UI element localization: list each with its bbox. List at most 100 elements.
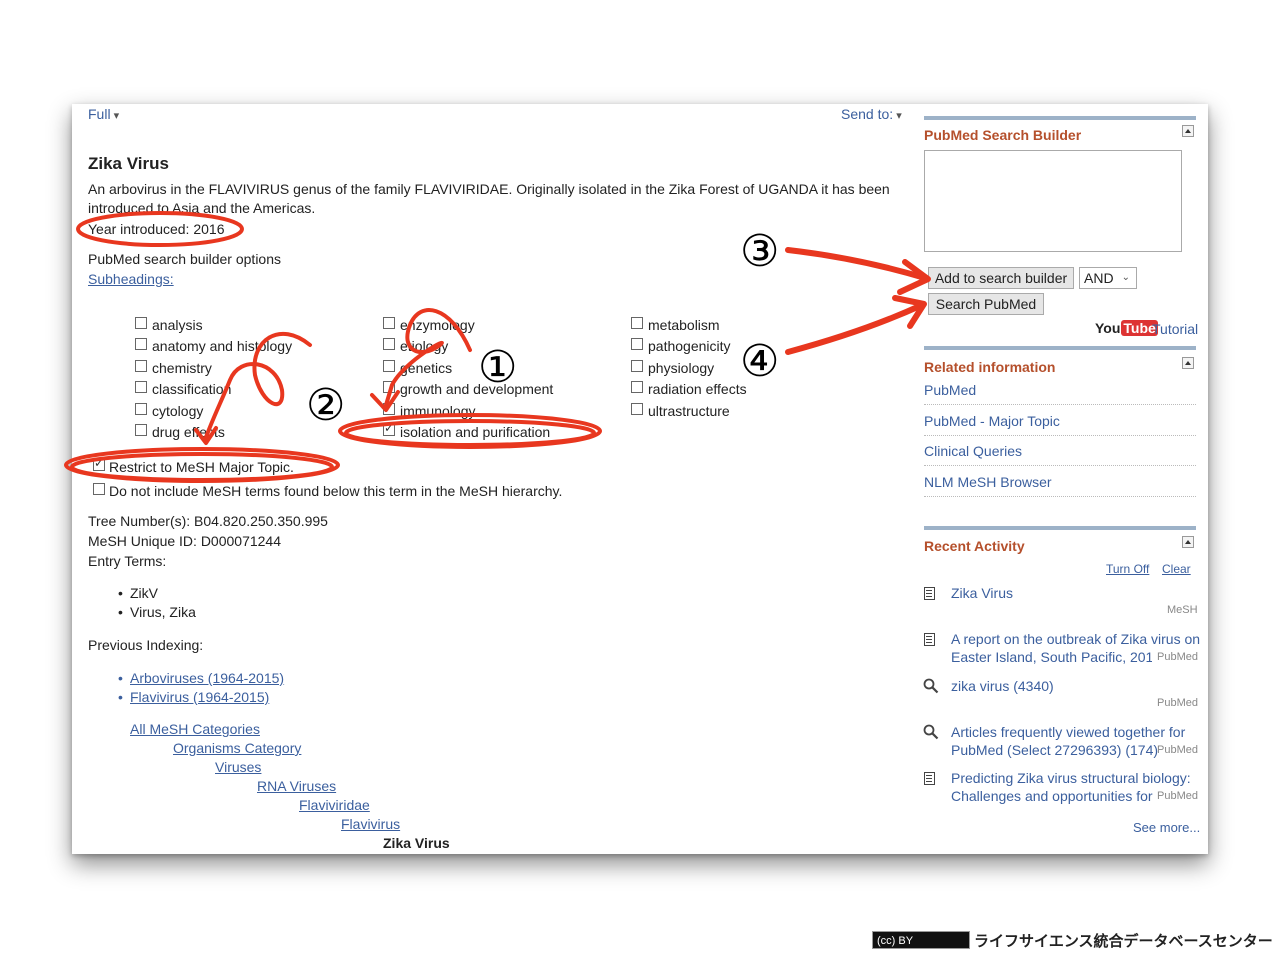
tree-node-link[interactable]: Viruses — [215, 759, 261, 775]
tutorial-link[interactable]: Tutorial — [1152, 321, 1198, 337]
recent-item-source: PubMed — [1157, 744, 1198, 756]
previous-indexing-link[interactable]: Flavivirus (1964-2015) — [118, 689, 269, 705]
checkbox-isolation-and-purification[interactable] — [383, 421, 395, 436]
no-explode-checkbox[interactable] — [93, 483, 105, 495]
restrict-major-topic-checkbox[interactable] — [93, 456, 105, 471]
subheading-label: metabolism — [648, 317, 720, 333]
operator-select[interactable]: AND ⌄ — [1079, 267, 1137, 289]
document-icon — [924, 633, 935, 646]
subheading-label: cytology — [152, 403, 204, 419]
checkbox-genetics[interactable] — [383, 360, 395, 372]
tree-node-link[interactable]: All MeSH Categories — [130, 721, 260, 737]
tree-node-link[interactable]: RNA Viruses — [257, 778, 336, 794]
checkbox-chemistry[interactable] — [135, 360, 147, 372]
format-dropdown[interactable]: Full — [88, 106, 119, 122]
related-link-pubmed[interactable]: PubMed — [924, 382, 976, 398]
restrict-major-topic-label: Restrict to MeSH Major Topic. — [109, 459, 294, 475]
turn-off-link[interactable]: Turn Off — [1106, 562, 1149, 576]
no-explode-label: Do not include MeSH terms found below th… — [109, 483, 563, 499]
checkbox-etiology[interactable] — [383, 338, 395, 350]
add-to-search-builder-button[interactable]: Add to search builder — [928, 267, 1074, 289]
subheading-label: enzymology — [400, 317, 475, 333]
related-link-clinical-queries[interactable]: Clinical Queries — [924, 443, 1022, 459]
checkbox-anatomy-and-histology[interactable] — [135, 338, 147, 350]
chevron-down-icon: ⌄ — [1121, 272, 1130, 283]
builder-top-rule — [924, 116, 1196, 120]
unique-id: MeSH Unique ID: D000071244 — [88, 533, 282, 549]
collapse-icon[interactable] — [1182, 357, 1194, 369]
youtube-logo[interactable]: You Tube — [1095, 320, 1158, 336]
send-to-dropdown[interactable]: Send to: — [841, 106, 902, 122]
checkbox-cytology[interactable] — [135, 403, 147, 415]
subheading-label: drug effects — [152, 424, 225, 440]
checkbox-metabolism[interactable] — [631, 317, 643, 329]
recent-item-title-line2[interactable]: PubMed (Select 27296393) (174) — [951, 742, 1158, 758]
recent-item-title[interactable]: zika virus (4340) — [951, 678, 1054, 694]
operator-value: AND — [1084, 270, 1114, 286]
record-title: Zika Virus — [88, 154, 169, 173]
tree-current-node: Zika Virus — [383, 835, 450, 851]
search-icon — [923, 724, 939, 740]
divider — [924, 465, 1196, 466]
subheadings-link[interactable]: Subheadings: — [88, 271, 174, 287]
tree-number: Tree Number(s): B04.820.250.350.995 — [88, 513, 328, 529]
subheading-label: physiology — [648, 360, 715, 376]
document-icon — [924, 772, 935, 785]
recent-item-title[interactable]: A report on the outbreak of Zika virus o… — [951, 631, 1200, 647]
related-top-rule — [924, 346, 1196, 350]
related-info-title: Related information — [924, 359, 1056, 375]
checkbox-physiology[interactable] — [631, 360, 643, 372]
format-label: Full — [88, 106, 111, 122]
annotation-marker-4: ④ — [740, 336, 780, 387]
checkbox-drug-effects[interactable] — [135, 424, 147, 436]
subheading-label: analysis — [152, 317, 203, 333]
checkbox-enzymology[interactable] — [383, 317, 395, 329]
clear-link[interactable]: Clear — [1162, 562, 1191, 576]
search-pubmed-button[interactable]: Search PubMed — [928, 293, 1044, 315]
checkbox-radiation-effects[interactable] — [631, 381, 643, 393]
recent-item-title-line2[interactable]: Easter Island, South Pacific, 2014 — [951, 649, 1152, 665]
collapse-icon[interactable] — [1182, 125, 1194, 137]
tree-node-link[interactable]: Organisms Category — [173, 740, 301, 756]
subheading-label: pathogenicity — [648, 338, 731, 354]
subheading-label: etiology — [400, 338, 449, 354]
checkbox-immunology[interactable] — [383, 403, 395, 415]
annotation-marker-2: ② — [306, 380, 346, 431]
tree-node-link[interactable]: Flavivirus — [341, 816, 400, 832]
checkbox-growth-and-development[interactable] — [383, 381, 395, 393]
subheading-label: chemistry — [152, 360, 212, 376]
subheading-label: radiation effects — [648, 381, 747, 397]
recent-item-title-line2[interactable]: Challenges and opportunities for — [951, 788, 1153, 804]
checkbox-ultrastructure[interactable] — [631, 403, 643, 415]
divider — [924, 404, 1196, 405]
previous-indexing-link[interactable]: Arboviruses (1964-2015) — [118, 670, 284, 686]
recent-item-source: PubMed — [1157, 697, 1198, 709]
search-builder-textarea[interactable] — [924, 150, 1182, 252]
send-to-label: Send to: — [841, 106, 894, 122]
related-link-major-topic[interactable]: PubMed - Major Topic — [924, 413, 1060, 429]
entry-terms-label: Entry Terms: — [88, 553, 167, 569]
cc-license-badge: (cc) BY — [872, 931, 970, 949]
recent-item-source: PubMed — [1157, 651, 1198, 663]
checkbox-pathogenicity[interactable] — [631, 338, 643, 350]
related-link-mesh-browser[interactable]: NLM MeSH Browser — [924, 474, 1052, 490]
checkbox-classification[interactable] — [135, 381, 147, 393]
subheading-label: growth and development — [400, 381, 554, 397]
subheading-label: immunology — [400, 403, 476, 419]
entry-term: ZikV — [118, 585, 158, 601]
organization-credit: ライフサイエンス統合データベースセンター — [974, 932, 1273, 950]
collapse-icon[interactable] — [1182, 536, 1194, 548]
annotation-marker-3: ③ — [740, 226, 780, 277]
recent-item-title[interactable]: Predicting Zika virus structural biology… — [951, 770, 1191, 786]
recent-item-title[interactable]: Articles frequently viewed together for — [951, 724, 1185, 740]
builder-options-label: PubMed search builder options — [88, 251, 282, 267]
see-more-link[interactable]: See more... — [1133, 820, 1200, 835]
tree-node-link[interactable]: Flaviviridae — [299, 797, 370, 813]
subheading-label: ultrastructure — [648, 403, 730, 419]
document-icon — [924, 587, 935, 600]
recent-item-title[interactable]: Zika Virus — [951, 585, 1013, 601]
search-icon — [923, 678, 939, 694]
year-introduced: Year introduced: 2016 — [88, 221, 225, 237]
search-builder-title: PubMed Search Builder — [924, 127, 1082, 143]
checkbox-analysis[interactable] — [135, 317, 147, 329]
